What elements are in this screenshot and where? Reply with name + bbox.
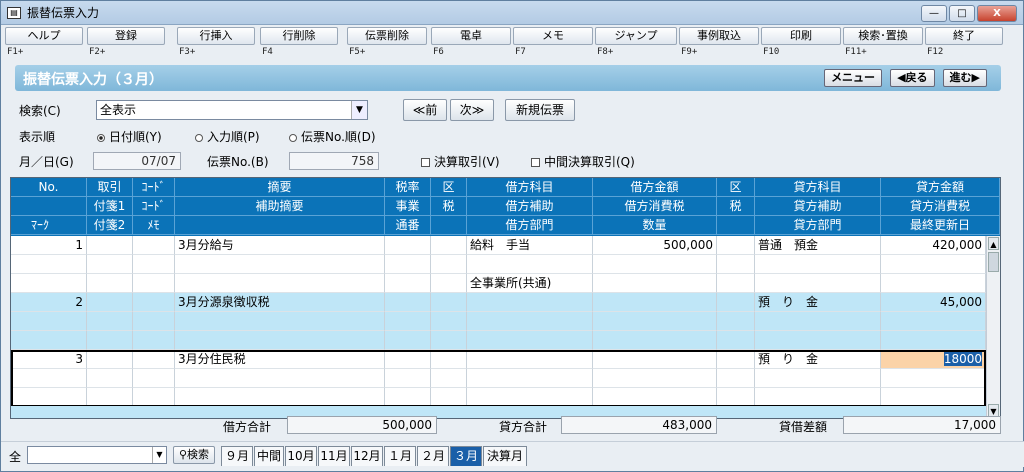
tab-jan[interactable]: １月 — [384, 446, 416, 466]
grid-scrollbar[interactable]: ▲ ▼ — [986, 236, 1000, 418]
radio-date-order[interactable]: 日付順(Y) — [97, 128, 162, 145]
table-row[interactable]: 2 3月分源泉徴収税 預 り 金 45,000 — [11, 293, 1000, 312]
totals-bar: 借方合計 500,000 貸方合計 483,000 貸借差額 17,000 — [1, 414, 1024, 436]
tab-sep[interactable]: ９月 — [221, 446, 253, 466]
fkey-delete-row[interactable]: 行削除 F4 — [260, 27, 338, 61]
table-row[interactable] — [11, 331, 1000, 350]
order-label: 表示順 — [19, 130, 56, 144]
chevron-down-icon[interactable]: ▼ — [351, 101, 367, 119]
next-button[interactable]: 次≫ — [450, 99, 494, 121]
radio-input-order[interactable]: 入力順(P) — [195, 128, 260, 145]
table-row[interactable]: 全事業所(共通) — [11, 274, 1000, 293]
minimize-button[interactable]: — — [921, 5, 947, 22]
table-row-selected[interactable]: 3 3月分住民税 預 り 金 18000 — [11, 350, 1000, 369]
fkey-insert-row[interactable]: 行挿入 F3+ — [177, 27, 255, 61]
checkbox-icon — [531, 158, 540, 167]
interim-settlement-checkbox[interactable]: 中間決算取引(Q) — [531, 153, 635, 170]
tab-interim[interactable]: 中間 — [254, 446, 284, 466]
tab-oct[interactable]: 10月 — [285, 446, 317, 466]
table-row[interactable] — [11, 255, 1000, 274]
debit-total-value: 500,000 — [287, 416, 437, 434]
radio-voucher-order[interactable]: 伝票No.順(D) — [289, 128, 376, 145]
balance-diff-label: 貸借差額 — [779, 420, 828, 434]
function-key-bar: ヘルプ F1+ 登録 F2+ 行挿入 F3+ 行削除 F4 伝票削除 F5+ 電卓 F6 メ… — [5, 27, 1021, 61]
forward-button[interactable]: 進む▶ — [942, 69, 987, 87]
tab-settlement[interactable]: 決算月 — [483, 446, 527, 466]
tab-mar[interactable]: ３月 — [450, 446, 482, 466]
fkey-delete-voucher[interactable]: 伝票削除 F5+ — [347, 27, 427, 61]
back-button[interactable]: ◀戻る — [890, 69, 935, 87]
bottom-bar: 全 ▼ ⚲検索 ９月 中間 10月 11月 12月 １月 ２月 ３月 決算月 — [1, 441, 1024, 467]
date-label: 月／日(G) — [19, 155, 74, 169]
journal-grid: No. 取引 ｺｰﾄﾞ 摘要 税率 区 借方科目 借方金額 区 貸方科目 貸方金… — [10, 177, 1001, 419]
scroll-up-icon[interactable]: ▲ — [988, 237, 999, 250]
credit-amount-input[interactable]: 18000 — [881, 350, 986, 369]
fkey-import-example[interactable]: 事例取込 F9+ — [679, 27, 759, 61]
app-window: ▤ 振替伝票入力 — □ X ヘルプ F1+ 登録 F2+ 行挿入 F3+ 行削除 F4… — [0, 0, 1024, 472]
scope-select[interactable]: ▼ — [27, 446, 167, 464]
debit-total-label: 借方合計 — [223, 420, 272, 434]
fkey-print[interactable]: 印刷 F10 — [761, 27, 841, 61]
table-row[interactable] — [11, 312, 1000, 331]
balance-diff-value: 17,000 — [843, 416, 1001, 434]
table-row[interactable] — [11, 388, 1000, 406]
tab-nov[interactable]: 11月 — [318, 446, 350, 466]
radio-selected-icon — [97, 133, 105, 142]
fkey-calculator[interactable]: 電卓 F6 — [431, 27, 511, 61]
screen-header: 振替伝票入力（３月） メニュー ◀戻る 進む▶ — [15, 65, 1001, 91]
app-icon: ▤ — [7, 6, 21, 19]
voucher-no-label: 伝票No.(B) — [207, 155, 269, 169]
table-row[interactable] — [11, 369, 1000, 388]
prev-button[interactable]: ≪前 — [403, 99, 447, 121]
search-label: 検索(C) — [19, 104, 61, 118]
date-field[interactable]: 07/07 — [93, 152, 181, 170]
radio-icon — [289, 133, 297, 142]
fkey-search-replace[interactable]: 検索･置換 F11+ — [843, 27, 923, 61]
search-icon: ⚲ — [178, 448, 188, 461]
fkey-register[interactable]: 登録 F2+ — [87, 27, 165, 61]
page-title: 振替伝票入力（３月） — [23, 72, 163, 88]
fkey-jump[interactable]: ジャンプ F8+ — [595, 27, 677, 61]
scroll-thumb[interactable] — [988, 252, 999, 272]
voucher-no-field[interactable]: 758 — [289, 152, 379, 170]
menu-button[interactable]: メニュー — [824, 69, 883, 87]
tab-dec[interactable]: 12月 — [351, 446, 383, 466]
checkbox-icon — [421, 158, 430, 167]
title-bar: ▤ 振替伝票入力 — □ X — [1, 1, 1023, 25]
fkey-help[interactable]: ヘルプ F1+ — [5, 27, 83, 61]
grid-header: No. 取引 ｺｰﾄﾞ 摘要 税率 区 借方科目 借方金額 区 貸方科目 貸方金… — [11, 178, 1000, 236]
settlement-checkbox[interactable]: 決算取引(V) — [421, 153, 500, 170]
credit-total-label: 貸方合計 — [499, 420, 548, 434]
search-button[interactable]: ⚲検索 — [173, 446, 215, 464]
fkey-memo[interactable]: メモ F7 — [513, 27, 593, 61]
fkey-exit[interactable]: 終了 F12 — [925, 27, 1003, 61]
maximize-button[interactable]: □ — [949, 5, 975, 22]
close-button[interactable]: X — [977, 5, 1017, 22]
new-voucher-button[interactable]: 新規伝票 — [505, 99, 575, 121]
radio-icon — [195, 133, 203, 142]
credit-total-value: 483,000 — [561, 416, 717, 434]
scope-label: 全 — [9, 450, 22, 464]
search-select-value: 全表示 — [100, 103, 137, 117]
chevron-down-icon[interactable]: ▼ — [152, 447, 166, 463]
tab-feb[interactable]: ２月 — [417, 446, 449, 466]
table-row[interactable]: 1 3月分給与 給料 手当 500,000 普通 預金 420,000 — [11, 236, 1000, 255]
grid-body: 1 3月分給与 給料 手当 500,000 普通 預金 420,000 全事業所… — [11, 236, 1000, 406]
window-title: 振替伝票入力 — [27, 6, 100, 20]
search-select[interactable]: 全表示 ▼ — [96, 100, 368, 120]
